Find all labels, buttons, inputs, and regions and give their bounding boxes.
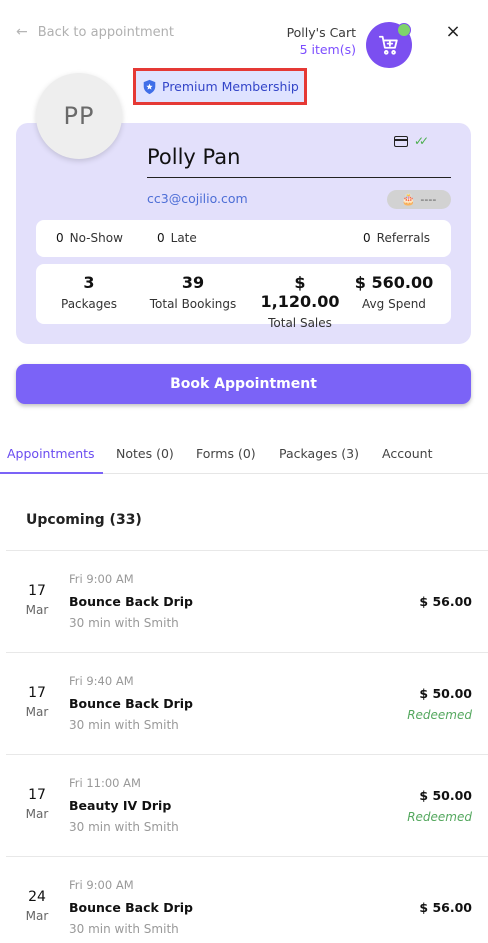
appointment-service: Beauty IV Drip — [69, 798, 172, 813]
stat-avg-spend: $ 560.00 Avg Spend — [352, 273, 436, 311]
counters-row: 0 No-Show 0 Late 0 Referrals — [36, 220, 451, 257]
stats-row: 3 Packages 39 Total Bookings $ 1,120.00 … — [36, 264, 451, 330]
stat-total-bookings: 39 Total Bookings — [142, 273, 244, 311]
redeemed-status: Redeemed — [407, 810, 472, 824]
stat-value: $ 560.00 — [354, 273, 434, 292]
upcoming-heading: Upcoming (33) — [26, 512, 142, 528]
cart-owner: Polly's Cart — [286, 25, 356, 40]
appointment-day: 24 — [28, 889, 46, 905]
tab-appointments[interactable]: Appointments — [7, 446, 95, 461]
stat-label: Avg Spend — [362, 297, 426, 311]
appointment-time: Fri 9:00 AM — [69, 878, 134, 892]
tab-account[interactable]: Account — [382, 446, 432, 461]
cake-icon: 🎂 — [401, 193, 416, 206]
cart-status-dot — [397, 23, 411, 37]
close-icon[interactable]: × — [443, 22, 463, 42]
appointment-month: Mar — [25, 705, 49, 719]
birthday-badge: 🎂 ---- — [387, 190, 451, 209]
appointment-price: $ 50.00 — [419, 686, 472, 701]
book-appointment-button[interactable]: Book Appointment — [16, 364, 471, 404]
stat-total-sales: $ 1,120.00 Total Sales — [256, 273, 344, 330]
stat-packages: 3 Packages — [50, 273, 128, 311]
birthday-value: ---- — [420, 193, 437, 206]
referrals-counter: 0 Referrals — [363, 231, 430, 245]
list-item[interactable]: 17 Mar Fri 9:00 AM Bounce Back Drip 30 m… — [6, 550, 488, 652]
stat-label: Packages — [61, 297, 117, 311]
stat-label: Total Sales — [268, 316, 332, 330]
appointment-month: Mar — [25, 909, 49, 923]
tab-bar: Appointments Notes (0) Forms (0) Package… — [0, 434, 488, 474]
appointment-detail: 30 min with Smith — [69, 616, 179, 630]
shield-star-icon — [143, 79, 156, 94]
back-link[interactable]: ← Back to appointment — [16, 24, 174, 40]
list-item[interactable]: 24 Mar Fri 9:00 AM Bounce Back Drip 30 m… — [6, 856, 488, 943]
appointment-time: Fri 9:40 AM — [69, 674, 134, 688]
appointment-month: Mar — [25, 603, 49, 617]
appointment-price: $ 50.00 — [419, 788, 472, 803]
client-email[interactable]: cc3@cojilio.com — [147, 191, 248, 206]
appointment-detail: 30 min with Smith — [69, 820, 179, 834]
client-name: Polly Pan — [147, 145, 241, 169]
late-label: Late — [170, 231, 197, 245]
appointment-month: Mar — [25, 807, 49, 821]
appointment-service: Bounce Back Drip — [69, 594, 193, 609]
stat-label: Total Bookings — [149, 297, 237, 311]
stat-value: $ 1,120.00 — [260, 273, 340, 311]
top-bar: ← Back to appointment Polly's Cart 5 ite… — [0, 0, 488, 70]
list-item[interactable]: 17 Mar Fri 11:00 AM Beauty IV Drip 30 mi… — [6, 754, 488, 856]
membership-label: Premium Membership — [162, 79, 299, 94]
active-tab-indicator — [0, 472, 103, 474]
avatar: PP — [36, 73, 122, 159]
appointment-time: Fri 9:00 AM — [69, 572, 134, 586]
late-value: 0 — [157, 231, 165, 245]
appointment-day: 17 — [28, 685, 46, 701]
appointment-price: $ 56.00 — [419, 594, 472, 609]
appointment-detail: 30 min with Smith — [69, 718, 179, 732]
redeemed-status: Redeemed — [407, 708, 472, 722]
tab-notes[interactable]: Notes (0) — [116, 446, 174, 461]
tab-forms[interactable]: Forms (0) — [196, 446, 256, 461]
arrow-left-icon: ← — [16, 24, 28, 40]
no-show-value: 0 — [56, 231, 64, 245]
cart-count: 5 item(s) — [299, 42, 356, 57]
shopping-cart-icon — [378, 35, 398, 55]
referrals-value: 0 — [363, 231, 371, 245]
late-counter: 0 Late — [157, 231, 197, 245]
back-label: Back to appointment — [37, 24, 174, 40]
appointment-time: Fri 11:00 AM — [69, 776, 141, 790]
referrals-label: Referrals — [376, 231, 431, 245]
card-icon-group: ✓✓ — [394, 134, 429, 148]
stat-value: 3 — [83, 273, 95, 292]
stat-value: 39 — [181, 273, 205, 292]
appointment-service: Bounce Back Drip — [69, 696, 193, 711]
no-show-counter: 0 No-Show — [56, 231, 123, 245]
list-item[interactable]: 17 Mar Fri 9:40 AM Bounce Back Drip 30 m… — [6, 652, 488, 754]
premium-membership-badge[interactable]: Premium Membership — [133, 68, 307, 105]
tab-packages[interactable]: Packages (3) — [279, 446, 359, 461]
appointment-service: Bounce Back Drip — [69, 900, 193, 915]
cart-summary[interactable]: Polly's Cart 5 item(s) — [287, 24, 356, 58]
no-show-label: No-Show — [69, 231, 123, 245]
double-check-icon: ✓✓ — [414, 134, 429, 148]
appointment-detail: 30 min with Smith — [69, 922, 179, 936]
appointment-price: $ 56.00 — [419, 900, 472, 915]
credit-card-icon[interactable] — [394, 135, 408, 147]
appointment-day: 17 — [28, 787, 46, 803]
appointment-day: 17 — [28, 583, 46, 599]
name-divider — [147, 177, 451, 178]
